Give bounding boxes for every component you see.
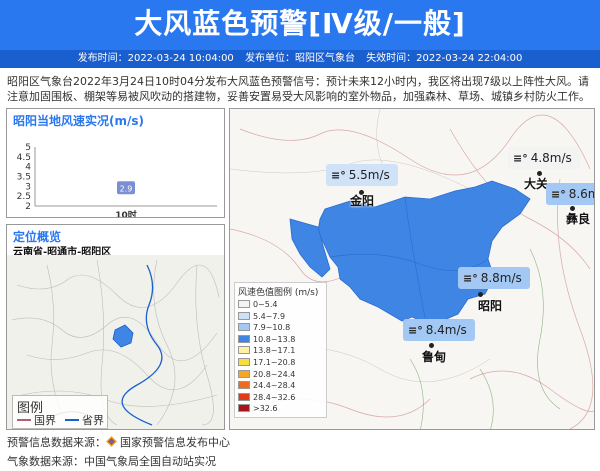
wind-icon: ≡°: [513, 152, 528, 165]
legend-color-swatch: [238, 369, 250, 378]
legend-color-swatch: [238, 334, 250, 343]
station-speed-jinyang[interactable]: ≡° 5.5m/s: [326, 164, 398, 186]
wind-legend-row: >32.6: [238, 403, 323, 415]
wind-icon: ≡°: [408, 324, 423, 337]
weather-source-line: 气象数据来源：中国气象局全国自动站实况: [7, 455, 216, 468]
wind-icon: ≡°: [551, 188, 566, 201]
publisher: 发布单位：昭阳区气象台: [245, 53, 355, 64]
station-speed-zhaoyang[interactable]: ≡° 8.8m/s: [458, 267, 530, 289]
legend-color-swatch: [238, 381, 250, 390]
data-label: 2.9: [120, 184, 133, 193]
release-center-logo-icon: [106, 436, 117, 447]
warning-source-link[interactable]: 国家预警信息发布中心: [120, 436, 230, 449]
station-speed-ludian[interactable]: ≡° 8.4m/s: [403, 319, 475, 341]
city-label-daguan: 大关: [524, 177, 549, 191]
wind-speed-panel: 昭阳当地风速实况(m/s) 5 4.5 4 3.5 3 2.5 2 10时 2.9: [6, 108, 225, 218]
y-tick-label: 2.5: [17, 192, 31, 202]
wind-icon: ≡°: [331, 169, 346, 182]
legend-color-swatch: [238, 323, 250, 332]
legend-item-provincial-border: 省界: [65, 414, 104, 428]
wind-legend-row: 7.9~10.8: [238, 322, 323, 334]
y-tick-label: 3.5: [17, 173, 31, 183]
x-tick-label: 10时: [115, 209, 137, 217]
location-overview-panel: 定位概览 云南省-昭通市-昭阳区 图例 国界 省界: [6, 224, 225, 430]
legend-color-swatch: [238, 300, 250, 308]
legend-color-swatch: [238, 392, 250, 401]
legend-color-swatch: [238, 346, 250, 355]
y-tick-label: 3: [25, 182, 31, 192]
warning-header: 大风蓝色预警[Ⅳ级/一般] 发布时间：2022-03-24 10:04:00 发…: [0, 0, 600, 68]
y-tick-label: 5: [25, 143, 31, 153]
y-tick-label: 2: [25, 202, 31, 212]
wind-legend-row: 0~5.4: [238, 299, 323, 311]
wind-speed-legend: 风速色值图例 (m/s) 0~5.4 5.4~7.9 7.9~10.8 10.8…: [234, 282, 327, 418]
warning-source-line: 预警信息数据来源： 国家预警信息发布中心: [7, 434, 230, 450]
city-label-ludian: 鲁甸: [422, 350, 447, 364]
y-tick-label: 4.5: [17, 153, 31, 163]
station-speed-yiliang[interactable]: ≡°8.6m/s: [546, 183, 594, 205]
warning-meta-bar: 发布时间：2022-03-24 10:04:00 发布单位：昭阳区气象台 失效时…: [0, 50, 600, 68]
city-label-yiliang: 彝良: [566, 212, 591, 226]
legend-color-swatch: [238, 311, 250, 320]
legend-color-swatch: [238, 404, 250, 413]
city-label-jinyang: 金阳: [350, 194, 375, 208]
wind-legend-row: 17.1~20.8: [238, 357, 323, 369]
warning-source-label: 预警信息数据来源：: [7, 436, 106, 449]
location-legend: 图例 国界 省界: [12, 395, 108, 429]
city-label-zhaoyang: 昭阳: [478, 299, 503, 313]
station-speed-daguan[interactable]: ≡° 4.8m/s: [508, 147, 580, 169]
national-border-swatch: [17, 419, 31, 421]
y-tick-label: 4: [25, 163, 31, 173]
warning-title: 大风蓝色预警[Ⅳ级/一般]: [134, 7, 466, 40]
wind-legend-row: 24.4~28.4: [238, 380, 323, 392]
wind-speed-chart: 54.543.532.52 10时 2.9: [17, 143, 217, 217]
provincial-border-swatch: [65, 419, 79, 421]
wind-legend-row: 28.4~32.6: [238, 392, 323, 404]
wind-legend-row: 5.4~7.9: [238, 311, 323, 323]
wind-legend-row: 20.8~24.4: [238, 369, 323, 381]
wind-legend-row: 13.8~17.1: [238, 345, 323, 357]
wind-icon: ≡°: [463, 272, 478, 285]
expire-time: 失效时间：2022-03-24 22:04:00: [366, 53, 523, 64]
wind-legend-row: 10.8~13.8: [238, 334, 323, 346]
publish-time: 发布时间：2022-03-24 10:04:00: [77, 53, 234, 64]
wind-map-panel: ≡°5.5m/s 金阳 ≡°4.8m/s 大关 ≡°8.6m/s 彝良 ≡°8.…: [229, 108, 595, 430]
legend-color-swatch: [238, 357, 250, 366]
legend-item-national-border: 国界: [17, 414, 56, 428]
wind-legend-title: 风速色值图例 (m/s): [238, 288, 319, 298]
warning-description: 昭阳区气象台2022年3月24日10时04分发布大风蓝色预警信号：预计未来12小…: [7, 75, 590, 103]
